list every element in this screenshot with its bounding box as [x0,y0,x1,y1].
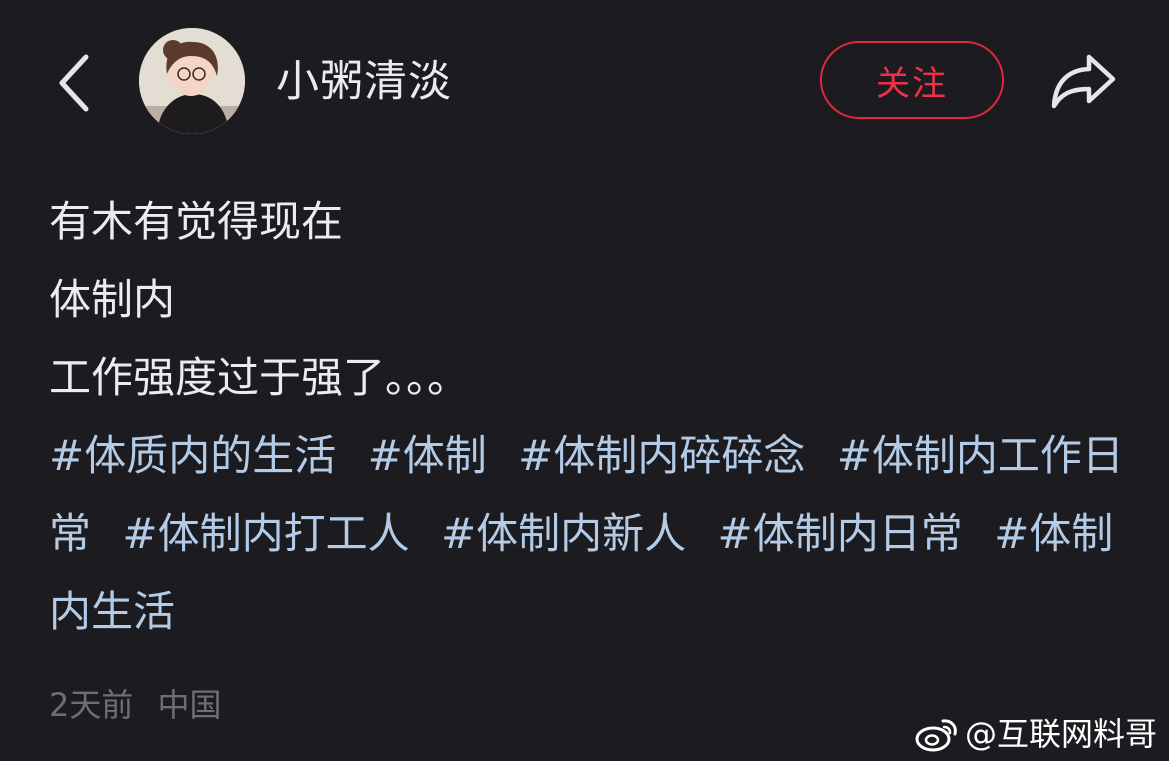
post-text-line: 有木有觉得现在 [49,197,344,246]
top-bar: 小粥清淡 关注 [0,0,1169,165]
hashtag[interactable]: #体质内的生活 [49,431,336,480]
hashtag[interactable]: #体制内新人 [441,509,686,558]
post-content: 有木有觉得现在 体制内 工作强度过于强了。。。 #体质内的生活 #体制 #体制内… [49,183,1129,651]
post-meta: 2天前 中国 [49,682,236,728]
post-text-line: 体制内 [49,275,176,324]
weibo-logo-icon [915,719,957,752]
username[interactable]: 小粥清淡 [276,54,452,110]
chevron-left-icon [59,54,89,112]
share-button[interactable] [1046,48,1120,114]
back-button[interactable] [44,48,104,118]
follow-button[interactable]: 关注 [820,41,1004,119]
watermark: @互联网料哥 [915,712,1157,756]
user-avatar [139,28,245,134]
hashtag[interactable]: #体制内打工人 [122,509,409,558]
post-location: 中国 [157,686,222,724]
hashtag[interactable]: #体制内碎碎念 [518,431,805,480]
hashtag[interactable]: #体制内日常 [718,509,963,558]
hashtag-list: #体质内的生活 #体制 #体制内碎碎念 #体制内工作日常 #体制内打工人 #体制… [49,417,1129,651]
post-text-line: 工作强度过于强了。。。 [49,353,470,402]
watermark-text: @互联网料哥 [964,715,1157,753]
hashtag[interactable]: #体制 [368,431,487,480]
post-time: 2天前 [49,686,134,724]
avatar[interactable] [139,28,245,134]
share-arrow-icon [1051,54,1116,109]
post-detail-screen: 小粥清淡 关注 有木有觉得现在 体制内 工作强度过于强了。。。 #体质内的生活 … [0,0,1169,761]
